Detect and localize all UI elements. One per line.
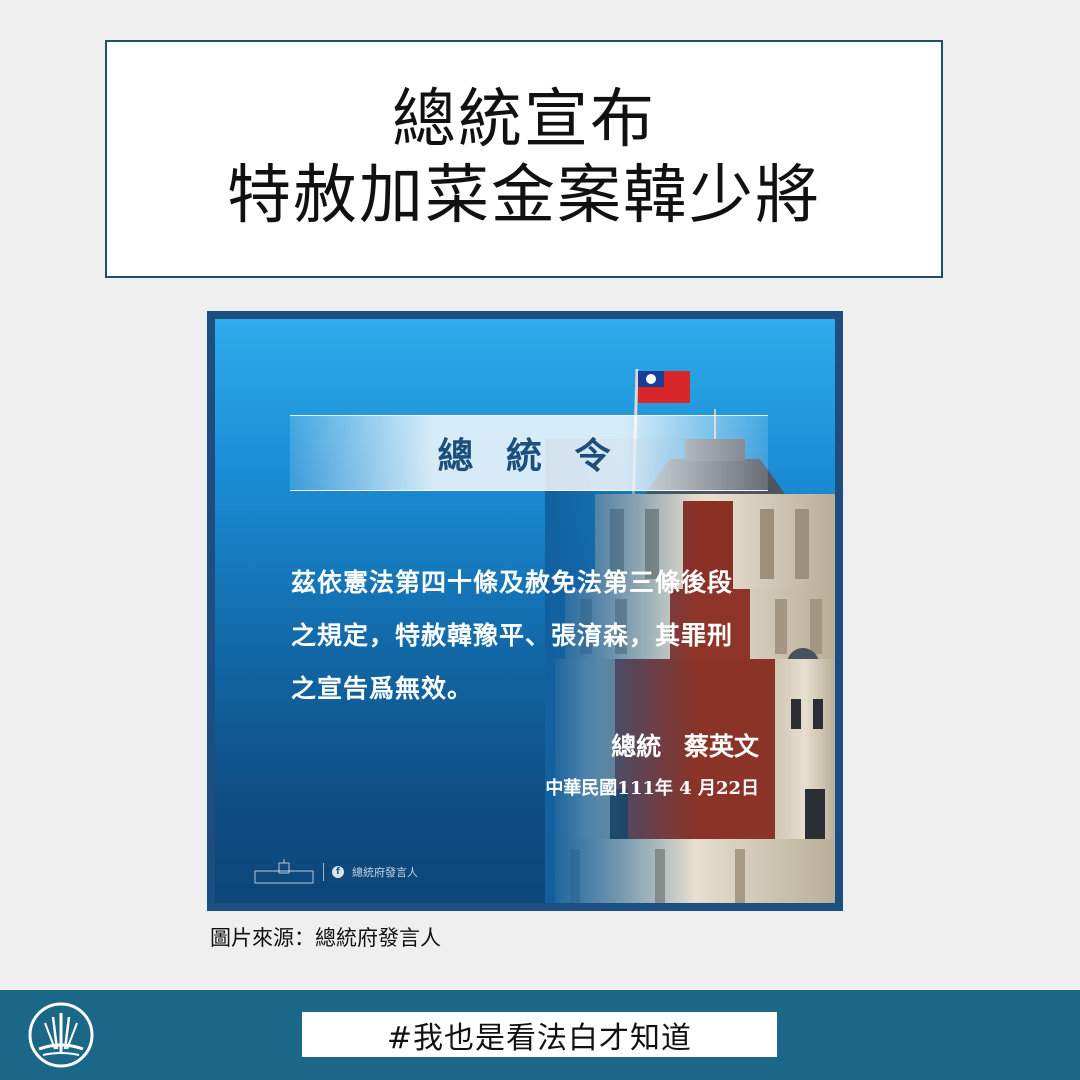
decree-image: 總 統 令 茲依憲法第四十條及赦免法第三條後段 之規定，特赦韓豫平、張淯森，其罪… xyxy=(215,319,835,903)
decree-text-line: 茲依憲法第四十條及赦免法第三條後段 xyxy=(291,568,734,597)
signature-name: 蔡英文 xyxy=(683,732,759,761)
decree-title: 總 統 令 xyxy=(437,435,621,477)
decree-date: 中華民國111年 4 月22日 xyxy=(545,778,759,799)
facebook-icon: f xyxy=(332,866,344,878)
balance-logo-icon xyxy=(28,1002,94,1068)
hashtag-text: #我也是看法白才知道 xyxy=(386,1020,693,1056)
decree-text-line: 之規定，特赦韓豫平、張淯森，其罪刑 xyxy=(291,621,734,650)
signature-title: 總統 xyxy=(611,732,662,761)
flag-icon xyxy=(638,371,690,403)
presidential-office-logo-icon xyxy=(254,859,314,884)
watermark-divider xyxy=(323,863,324,881)
image-source-caption: 圖片來源：總統府發言人 xyxy=(210,926,441,950)
watermark-page-name: 總統府發言人 xyxy=(352,866,418,879)
headline-box: 總統宣布 特赦加菜金案韓少將 xyxy=(105,40,943,278)
presidential-office-building-illustration xyxy=(545,368,835,903)
decree-text-line: 之宣告爲無效。 xyxy=(291,674,474,703)
image-watermark: f 總統府發言人 xyxy=(253,859,418,885)
decree-title-banner: 總 統 令 xyxy=(290,415,768,491)
footer-bar: #我也是看法白才知道 xyxy=(0,990,1080,1080)
hashtag-box: #我也是看法白才知道 xyxy=(302,1012,777,1057)
decree-image-frame: 總 統 令 茲依憲法第四十條及赦免法第三條後段 之規定，特赦韓豫平、張淯森，其罪… xyxy=(207,311,843,911)
headline-line-1: 總統宣布 xyxy=(392,83,656,158)
signature: 總統 蔡英文 xyxy=(611,727,759,763)
headline-line-2: 特赦加菜金案韓少將 xyxy=(227,159,821,233)
